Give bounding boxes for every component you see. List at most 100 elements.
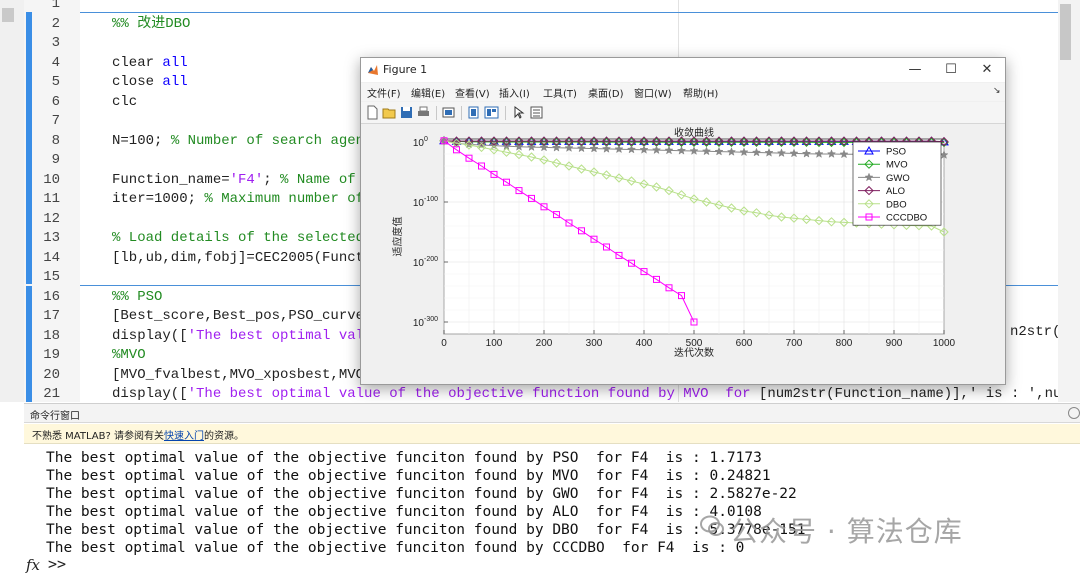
output-line: The best optimal value of the objective …: [46, 486, 797, 502]
line-number: 7: [51, 113, 60, 129]
output-line: The best optimal value of the objective …: [46, 468, 771, 484]
line-number: 5: [51, 74, 60, 90]
code-text: [Best_score,Best_pos,PSO_curve]=P: [112, 308, 390, 324]
menu-window[interactable]: 窗口(W): [634, 85, 672, 100]
command-window-options-icon[interactable]: [1068, 407, 1080, 419]
code-text: Function_name='F4'; % Name of the: [112, 171, 390, 188]
y-tick-exponent: 0: [424, 136, 428, 143]
code-line[interactable]: 1: [0, 0, 1058, 15]
close-button[interactable]: ✕: [973, 61, 1001, 79]
output-line: The best optimal value of the objective …: [46, 504, 762, 520]
line-number: 13: [43, 230, 60, 246]
menu-desktop[interactable]: 桌面(D): [588, 85, 624, 100]
menu-insert[interactable]: 插入(I): [499, 85, 530, 100]
command-window-title: 命令行窗口: [30, 411, 80, 422]
line-number: 16: [43, 288, 60, 305]
wechat-icon: [700, 515, 724, 536]
code-line[interactable]: 2 %% 改进DBO: [0, 15, 1058, 35]
code-text: clear all: [112, 54, 188, 71]
line-number: 19: [43, 347, 60, 363]
legend-label: GWO: [886, 173, 910, 184]
edit-plot-arrow-icon[interactable]: [511, 105, 526, 120]
menu-file[interactable]: 文件(F): [367, 85, 401, 100]
x-tick-label: 900: [886, 338, 903, 349]
menu-overflow-arrow-icon[interactable]: ↘: [993, 86, 1001, 96]
figure-window[interactable]: Figure 1 — ☐ ✕ 文件(F) 编辑(E) 查看(V) 插入(I) 工…: [360, 57, 1006, 385]
convergence-chart[interactable]: 收敛曲线0 100 200 300 400 500 600 700 800 900 1000迭代次数…: [361, 125, 1005, 385]
figure-menubar: 文件(F) 编辑(E) 查看(V) 插入(I) 工具(T) 桌面(D) 窗口(W…: [361, 83, 1005, 101]
y-axis-label: 适应度值: [391, 217, 404, 257]
x-tick-label: 1000: [933, 338, 956, 349]
save-icon[interactable]: [399, 105, 414, 120]
code-text: %% 改进DBO: [112, 15, 191, 32]
quickstart-link[interactable]: 快速入门: [164, 431, 204, 442]
line-number: 11: [43, 191, 60, 207]
code-text: display(['The best optimal value: [112, 327, 390, 344]
code-text: [MVO_fvalbest,MVO_xposbest,MVO_Cu: [112, 366, 390, 383]
y-tick-label: 10: [413, 318, 425, 329]
legend-label: MVO: [886, 160, 908, 171]
toolbar-separator: [461, 106, 462, 120]
function-browser-icon[interactable]: fx: [26, 556, 40, 574]
y-tick-exponent: -100: [424, 196, 438, 203]
output-line: The best optimal value of the objective …: [46, 522, 806, 538]
menu-help[interactable]: 帮助(H): [683, 85, 718, 100]
y-tick-label: 10: [413, 198, 425, 209]
x-tick-label: 600: [736, 338, 753, 349]
minimize-button[interactable]: —: [901, 61, 929, 79]
series-line-alo: [443, 140, 945, 143]
line-number: 6: [51, 93, 60, 110]
hide-plot-tools-icon[interactable]: [466, 105, 481, 120]
code-text: N=100; % Number of search agents: [112, 132, 381, 149]
menu-view[interactable]: 查看(V): [455, 85, 490, 100]
menu-tools[interactable]: 工具(T): [543, 85, 577, 100]
line-number: 15: [43, 269, 60, 285]
y-tick-exponent: -300: [424, 316, 438, 323]
toolbar-separator: [436, 106, 437, 120]
line-number: 20: [43, 366, 60, 383]
x-tick-label: 200: [536, 338, 553, 349]
y-tick-label: 10: [413, 258, 425, 269]
y-tick-label: 10: [413, 138, 425, 149]
link-plot-icon[interactable]: [441, 105, 456, 120]
line-number: 21: [43, 386, 60, 402]
editor-scroll-thumb[interactable]: [1060, 4, 1071, 60]
output-line: The best optimal value of the objective …: [46, 450, 762, 466]
quickstart-notice: 不熟悉 MATLAB? 请参阅有关快速入门的资源。: [32, 427, 244, 442]
legend-label: ALO: [886, 186, 905, 197]
line-number: 4: [51, 54, 60, 71]
line-number: 2: [51, 15, 60, 32]
code-text: close all: [112, 74, 188, 90]
notice-suffix: 的资源。: [203, 431, 244, 442]
line-number: 14: [43, 249, 60, 266]
code-text: %MVO: [112, 347, 146, 363]
x-tick-label: 300: [586, 338, 603, 349]
show-plot-tools-icon[interactable]: [484, 105, 499, 120]
editor-scrollbar[interactable]: [1058, 0, 1080, 402]
legend-label: CCCDBO: [886, 213, 927, 224]
x-tick-label: 400: [636, 338, 653, 349]
line-number: 1: [51, 0, 60, 12]
figure-titlebar[interactable]: Figure 1 — ☐ ✕: [361, 58, 1005, 82]
line-number: 10: [43, 171, 60, 188]
output-line: The best optimal value of the objective …: [46, 540, 745, 556]
code-text: %% PSO: [112, 288, 163, 305]
line-number: 9: [51, 152, 60, 168]
line-number: 8: [51, 132, 60, 149]
watermark-text: 公众号 · 算法仓库: [730, 515, 963, 548]
matlab-figure-icon: [368, 65, 378, 75]
figure-title: Figure 1: [383, 63, 428, 76]
line-number: 3: [51, 35, 60, 51]
command-prompt[interactable]: >>: [48, 555, 66, 573]
x-tick-label: 700: [786, 338, 803, 349]
print-icon[interactable]: [416, 105, 431, 120]
property-inspector-icon[interactable]: [529, 105, 544, 120]
figure-toolbar: [361, 102, 1005, 124]
code-line[interactable]: 3: [0, 34, 1058, 54]
open-file-icon[interactable]: [382, 105, 397, 120]
menu-edit[interactable]: 编辑(E): [411, 85, 445, 100]
maximize-button[interactable]: ☐: [937, 61, 965, 79]
code-line[interactable]: 21 display(['The best optimal value of th…: [0, 385, 1080, 402]
plot-area[interactable]: 收敛曲线 0 100 200 300 400 500 600 700 800 900 1000 迭代次数…: [361, 125, 1005, 385]
new-figure-icon[interactable]: [365, 105, 380, 120]
